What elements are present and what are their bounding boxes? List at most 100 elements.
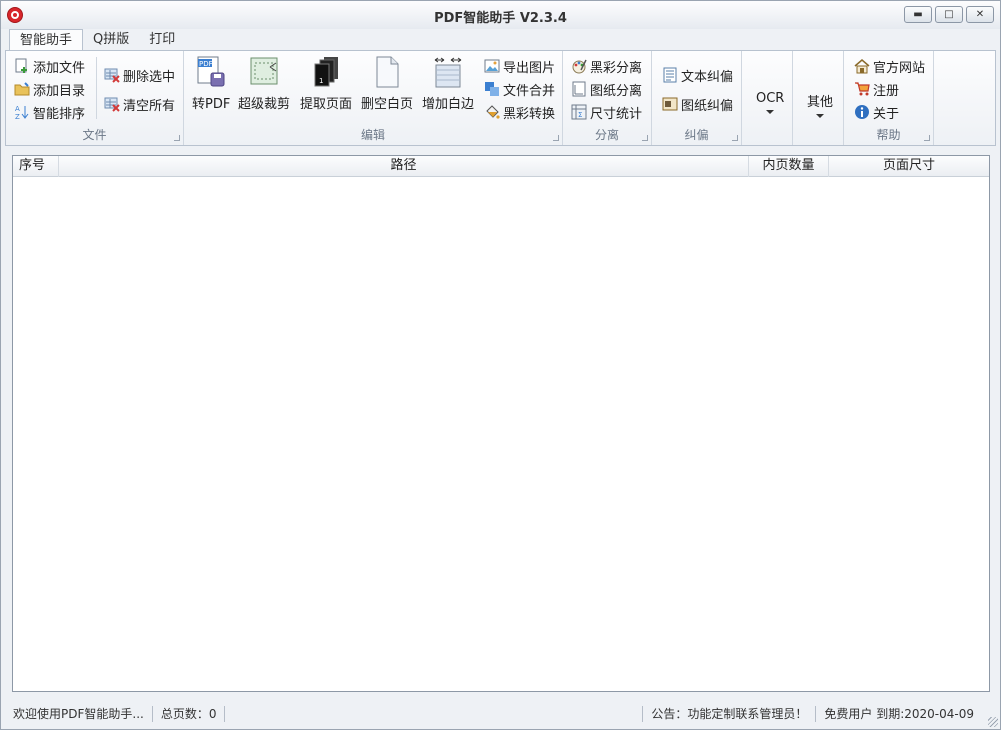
group-other: 其他 — [793, 51, 844, 145]
extract-pages-icon: 1 — [310, 55, 342, 89]
shopping-cart-icon — [854, 81, 870, 97]
group-help: 官方网站 注册 关于 帮助 — [844, 51, 934, 145]
add-margin-button[interactable]: 增加白边 — [422, 55, 474, 112]
to-pdf-icon: PDF — [195, 55, 227, 89]
group-separator — [96, 57, 97, 119]
bw-separate-button[interactable]: 黑彩分离 — [571, 56, 642, 76]
smart-sort-button[interactable]: AZ 智能排序 — [14, 102, 85, 122]
folder-icon — [14, 81, 30, 97]
about-button[interactable]: 关于 — [854, 102, 899, 122]
export-images-button[interactable]: 导出图片 — [484, 56, 555, 76]
add-margin-icon — [432, 55, 464, 89]
add-directory-label: 添加目录 — [33, 83, 86, 99]
extract-pages-button[interactable]: 1 提取页面 — [300, 55, 352, 112]
drawing-deskew-label: 图纸纠偏 — [681, 98, 734, 114]
ribbon: 添加文件 添加目录 AZ 智能排序 删除选中 清空所有 文件 PDF 转PDF … — [5, 50, 996, 146]
other-dropdown-button[interactable]: 其他 — [807, 91, 833, 118]
column-header-index[interactable]: 序号 — [13, 156, 59, 177]
clear-all-button[interactable]: 清空所有 — [104, 94, 175, 114]
column-header-page-count[interactable]: 内页数量 — [749, 156, 829, 177]
group-deskew-label: 纠偏 — [684, 128, 709, 142]
window-title: PDF智能助手 V2.3.4 — [434, 11, 567, 26]
official-website-label: 官方网站 — [873, 60, 926, 76]
group-ocr: OCR — [742, 51, 793, 145]
to-pdf-label: 转PDF — [192, 97, 231, 112]
status-bar: 欢迎使用PDF智能助手... 总页数：0 公告：功能定制联系管理员！ 免费用户 … — [5, 701, 996, 727]
svg-text:PDF: PDF — [199, 60, 213, 68]
drawing-deskew-button[interactable]: 图纸纠偏 — [662, 94, 733, 114]
column-header-page-size[interactable]: 页面尺寸 — [829, 156, 989, 177]
text-document-icon — [662, 67, 678, 83]
other-label: 其他 — [807, 95, 834, 110]
drawing-icon — [571, 81, 587, 97]
file-list[interactable]: 序号 路径 内页数量 页面尺寸 — [12, 155, 990, 692]
group-file-label: 文件 — [82, 128, 107, 142]
tab-smart-assistant[interactable]: 智能助手 — [9, 29, 84, 51]
to-pdf-button[interactable]: PDF 转PDF — [192, 55, 230, 112]
add-directory-button[interactable]: 添加目录 — [14, 79, 85, 99]
status-notice: 公告：功能定制联系管理员！ — [643, 706, 817, 722]
group-help-label: 帮助 — [876, 128, 901, 142]
bw-separate-label: 黑彩分离 — [590, 60, 643, 76]
smart-sort-label: 智能排序 — [33, 106, 86, 122]
bw-convert-label: 黑彩转换 — [503, 106, 556, 122]
group-edit-launcher[interactable] — [553, 135, 559, 141]
group-deskew-launcher[interactable] — [732, 135, 738, 141]
register-button[interactable]: 注册 — [854, 79, 899, 99]
clear-all-label: 清空所有 — [123, 98, 176, 114]
file-list-header: 序号 路径 内页数量 页面尺寸 — [13, 156, 989, 177]
size-stats-button[interactable]: Σ 尺寸统计 — [571, 102, 642, 122]
column-header-path[interactable]: 路径 — [59, 156, 749, 177]
merge-files-button[interactable]: 文件合并 — [484, 79, 555, 99]
group-file-launcher[interactable] — [174, 135, 180, 141]
title-bar[interactable]: PDF智能助手 V2.3.4 ▬ □ ✕ — [1, 1, 1000, 29]
add-file-label: 添加文件 — [33, 60, 86, 76]
extract-pages-label: 提取页面 — [300, 97, 353, 112]
ocr-chevron-down-icon — [766, 110, 775, 114]
clear-all-icon — [104, 96, 120, 112]
sort-az-icon: AZ — [14, 104, 30, 121]
delete-blank-pages-button[interactable]: 删空白页 — [361, 55, 413, 112]
official-website-button[interactable]: 官方网站 — [854, 56, 925, 76]
status-total-pages: 总页数：0 — [153, 706, 226, 722]
maximize-button[interactable]: □ — [935, 6, 963, 23]
register-label: 注册 — [873, 83, 900, 99]
add-margin-label: 增加白边 — [422, 97, 475, 112]
delete-selected-button[interactable]: 删除选中 — [104, 65, 175, 85]
add-file-button[interactable]: 添加文件 — [14, 56, 85, 76]
group-help-launcher[interactable] — [924, 135, 930, 141]
text-deskew-button[interactable]: 文本纠偏 — [662, 65, 733, 85]
image-icon — [484, 58, 500, 74]
status-welcome: 欢迎使用PDF智能助手... — [5, 706, 153, 722]
tab-imposition[interactable]: Q拼版 — [83, 29, 139, 51]
svg-text:Z: Z — [15, 113, 20, 120]
group-deskew: 文本纠偏 图纸纠偏 纠偏 — [652, 51, 742, 145]
status-spacer — [225, 706, 644, 722]
about-label: 关于 — [873, 106, 900, 122]
drawing-separate-button[interactable]: 图纸分离 — [571, 79, 642, 99]
add-file-icon — [14, 58, 30, 74]
tab-print[interactable]: 打印 — [139, 29, 185, 51]
ocr-dropdown-button[interactable]: OCR — [756, 91, 784, 114]
delete-selected-icon — [104, 67, 120, 83]
super-crop-button[interactable]: 超级裁剪 — [238, 55, 290, 112]
color-palette-icon — [571, 58, 587, 74]
minimize-button[interactable]: ▬ — [904, 6, 932, 23]
app-window: PDF智能助手 V2.3.4 ▬ □ ✕ 智能助手 Q拼版 打印 添加文件 添加 — [0, 0, 1001, 730]
svg-text:Σ: Σ — [578, 111, 582, 119]
delete-selected-label: 删除选中 — [123, 69, 176, 85]
info-icon — [854, 104, 870, 120]
ribbon-tabs: 智能助手 Q拼版 打印 — [9, 29, 185, 51]
other-chevron-down-icon — [816, 114, 824, 118]
drawing-separate-label: 图纸分离 — [590, 83, 643, 99]
resize-grip[interactable] — [988, 717, 998, 727]
group-edit-label: 编辑 — [360, 128, 385, 142]
text-deskew-label: 文本纠偏 — [681, 69, 734, 85]
crop-icon — [248, 55, 280, 89]
bw-convert-button[interactable]: 黑彩转换 — [484, 102, 555, 122]
size-stats-label: 尺寸统计 — [590, 106, 643, 122]
group-separate-launcher[interactable] — [642, 135, 648, 141]
close-button[interactable]: ✕ — [966, 6, 994, 23]
group-file: 添加文件 添加目录 AZ 智能排序 删除选中 清空所有 文件 — [6, 51, 184, 145]
ocr-label: OCR — [756, 91, 785, 106]
